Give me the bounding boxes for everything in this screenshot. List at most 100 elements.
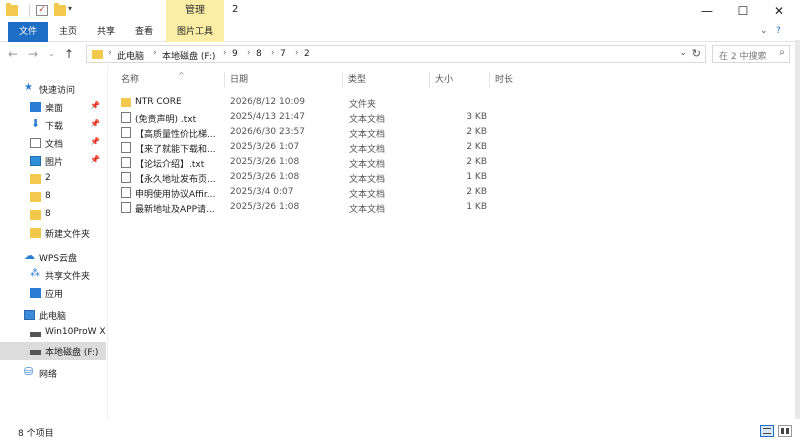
text-file-icon	[121, 112, 131, 123]
file-name: (免责声明) .txt	[135, 115, 197, 125]
maximize-button[interactable]: ☐	[726, 0, 760, 22]
drive-icon	[30, 350, 41, 355]
sidebar-item-drive-f[interactable]: 本地磁盘 (F:)	[0, 342, 106, 360]
file-row[interactable]: 【高质量性价比梯... 2026/6/30 23:57 文本文档 2 KB	[117, 125, 797, 140]
breadcrumb-separator[interactable]: ›	[153, 48, 157, 58]
properties-icon[interactable]: ✓	[36, 5, 48, 16]
breadcrumb-drive[interactable]: 本地磁盘 (F:)	[162, 49, 215, 62]
pin-icon: 📌	[90, 137, 100, 146]
tab-view[interactable]: 查看	[128, 22, 160, 42]
sidebar-item-wps-cloud[interactable]: ☁ WPS云盘	[0, 248, 106, 266]
column-divider[interactable]	[224, 72, 225, 88]
sidebar-item-downloads[interactable]: ⬇ 下载 📌	[0, 116, 106, 134]
file-list: 名称 ^ 日期 类型 大小 时长 NTR CORE 2026/8/12 10:0…	[109, 66, 800, 419]
file-row[interactable]: 【论坛介绍】.txt 2025/3/26 1:08 文本文档 2 KB	[117, 155, 797, 170]
close-button[interactable]: ✕	[762, 0, 796, 22]
text-file-icon	[121, 142, 131, 153]
up-arrow-icon[interactable]: ↑	[64, 47, 74, 61]
file-size: 2 KB	[466, 157, 487, 167]
new-folder-icon[interactable]	[54, 3, 66, 16]
file-row[interactable]: 【来了就能下载和... 2025/3/26 1:07 文本文档 2 KB	[117, 140, 797, 155]
refresh-icon[interactable]: ↻	[692, 47, 701, 60]
tab-picture-tools[interactable]: 图片工具	[166, 22, 224, 42]
sidebar-item-quick-access[interactable]: ★ 快速访问	[0, 80, 106, 98]
folder-icon	[92, 50, 103, 59]
sidebar-item-network[interactable]: ⛁ 网络	[0, 364, 106, 382]
breadcrumb-folder-7[interactable]: 7	[280, 49, 286, 59]
sidebar-item-apps[interactable]: 应用	[0, 284, 106, 302]
breadcrumb-separator[interactable]: ›	[271, 48, 275, 58]
address-row: ← → ⌄ ↑ › 此电脑 › 本地磁盘 (F:) › 9 › 8 › 7 › …	[0, 42, 800, 66]
file-type: 文本文档	[349, 115, 386, 125]
sidebar-item-new-folder[interactable]: 新建文件夹	[0, 224, 106, 242]
file-name: 【高质量性价比梯...	[135, 130, 216, 140]
file-type: 文本文档	[349, 160, 386, 170]
sidebar-item-documents[interactable]: 文档 📌	[0, 134, 106, 152]
customize-toolbar-icon[interactable]: ▾	[68, 4, 72, 13]
large-icons-view-icon	[781, 428, 789, 434]
breadcrumb-folder-8[interactable]: 8	[256, 49, 262, 59]
file-name: 【来了就能下载和...	[135, 145, 216, 155]
breadcrumb-separator[interactable]: ›	[295, 48, 299, 58]
file-date: 2025/4/13 21:47	[230, 112, 305, 122]
minimize-button[interactable]: —	[690, 0, 724, 22]
column-header-name[interactable]: 名称 ^	[121, 71, 185, 85]
apps-icon	[30, 288, 41, 298]
tab-home[interactable]: 主页	[52, 22, 84, 42]
column-header-type[interactable]: 类型	[348, 72, 366, 85]
details-view-button[interactable]	[760, 425, 774, 437]
address-bar[interactable]: › 此电脑 › 本地磁盘 (F:) › 9 › 8 › 7 › 2 ⌄ ↻	[86, 45, 706, 63]
breadcrumb-separator[interactable]: ›	[223, 48, 227, 58]
breadcrumb-separator[interactable]: ›	[108, 48, 112, 58]
folder-icon	[30, 192, 41, 202]
text-file-icon	[121, 202, 131, 213]
sidebar-item-folder-8[interactable]: 8	[0, 188, 106, 206]
details-view-icon	[763, 428, 771, 434]
breadcrumb-separator[interactable]: ›	[247, 48, 251, 58]
chevron-down-icon[interactable]: ⌄	[760, 26, 768, 36]
file-date: 2025/3/26 1:08	[230, 172, 300, 182]
breadcrumb-folder-2[interactable]: 2	[304, 49, 310, 59]
breadcrumb-folder-9[interactable]: 9	[232, 49, 238, 59]
address-dropdown-icon[interactable]: ⌄	[679, 48, 687, 58]
search-input[interactable]: 在 2 中搜索 ⌕	[712, 45, 790, 63]
status-bar: 8 个项目	[0, 419, 800, 445]
file-row[interactable]: 申明使用协议Affir... 2025/3/4 0:07 文本文档 2 KB	[117, 185, 797, 200]
toolbar-divider	[29, 5, 30, 17]
column-header-date[interactable]: 日期	[230, 72, 248, 85]
tab-file[interactable]: 文件	[8, 22, 48, 42]
file-row[interactable]: 最新地址及APP请... 2025/3/26 1:08 文本文档 1 KB	[117, 200, 797, 215]
column-header-duration[interactable]: 时长	[495, 72, 513, 85]
file-type: 文本文档	[349, 175, 386, 185]
sidebar-item-shared-folder[interactable]: ⁂ 共享文件夹	[0, 266, 106, 284]
sidebar-item-folder-8b[interactable]: 8	[0, 206, 106, 224]
back-arrow-icon[interactable]: ←	[8, 47, 18, 61]
help-icon[interactable]: ?	[776, 26, 781, 36]
sidebar-item-this-pc[interactable]: 此电脑	[0, 306, 106, 324]
file-type: 文本文档	[349, 205, 386, 215]
sidebar-item-desktop[interactable]: 桌面 📌	[0, 98, 106, 116]
column-divider[interactable]	[489, 72, 490, 88]
column-header-size[interactable]: 大小	[435, 72, 453, 85]
forward-arrow-icon[interactable]: →	[28, 47, 38, 61]
text-file-icon	[121, 187, 131, 198]
file-row[interactable]: (免责声明) .txt 2025/4/13 21:47 文本文档 3 KB	[117, 110, 797, 125]
tab-share[interactable]: 共享	[90, 22, 122, 42]
network-icon: ⛁	[24, 365, 34, 378]
file-date: 2025/3/26 1:08	[230, 202, 300, 212]
column-divider[interactable]	[342, 72, 343, 88]
breadcrumb-this-pc[interactable]: 此电脑	[117, 49, 144, 62]
computer-icon	[24, 310, 35, 320]
desktop-icon	[30, 102, 41, 112]
file-row[interactable]: 【永久地址发布页... 2025/3/26 1:08 文本文档 1 KB	[117, 170, 797, 185]
sidebar-item-drive-c[interactable]: Win10ProW X	[0, 324, 106, 342]
file-row[interactable]: NTR CORE 2026/8/12 10:09 文件夹	[117, 95, 797, 110]
folder-icon	[30, 174, 41, 184]
recent-chevron-icon[interactable]: ⌄	[48, 49, 55, 58]
large-icons-view-button[interactable]	[778, 425, 792, 437]
folder-icon	[30, 210, 41, 220]
sidebar-item-pictures[interactable]: 图片 📌	[0, 152, 106, 170]
tab-manage[interactable]: 管理	[166, 0, 224, 22]
sidebar-item-folder-2[interactable]: 2	[0, 170, 106, 188]
column-divider[interactable]	[429, 72, 430, 88]
